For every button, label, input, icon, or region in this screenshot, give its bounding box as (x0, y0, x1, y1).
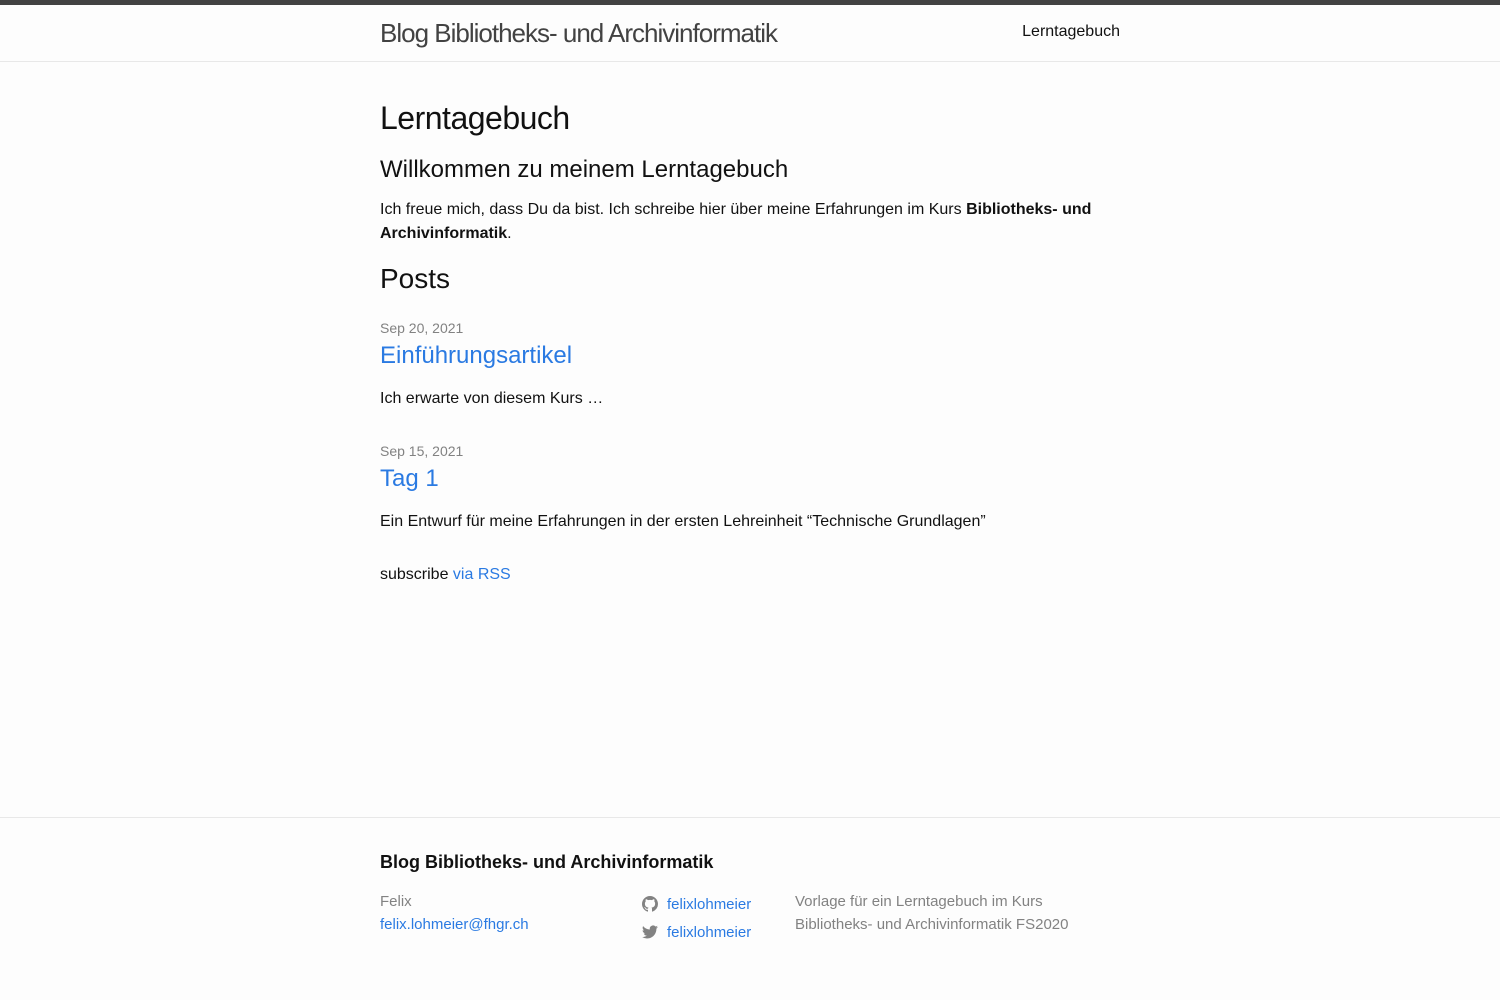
intro-text: Ich freue mich, dass Du da bist. Ich sch… (380, 201, 967, 218)
page-content: Lerntagebuch Willkommen zu meinem Lernta… (0, 62, 1500, 587)
post-item: Sep 15, 2021 Tag 1 Ein Entwurf für meine… (380, 440, 1120, 534)
rss-subscribe: subscribe via RSS (380, 563, 1120, 587)
rss-prefix: subscribe (380, 566, 453, 583)
welcome-heading: Willkommen zu meinem Lerntagebuch (380, 156, 789, 183)
intro-end: . (507, 225, 512, 242)
site-title-link[interactable]: Blog Bibliotheks- und Archivinformatik (380, 16, 778, 50)
post-date: Sep 20, 2021 (380, 320, 464, 336)
twitter-profile-link[interactable]: felixlohmeier (667, 921, 751, 944)
rss-link[interactable]: via RSS (453, 566, 511, 583)
author-name: Felix (380, 893, 412, 910)
footer-contact: Felix felix.lohmeier@fhgr.ch (380, 890, 642, 946)
post-item: Sep 20, 2021 Einführungsartikel Ich erwa… (380, 317, 1120, 411)
page-title: Lerntagebuch (380, 100, 570, 136)
intro-paragraph: Ich freue mich, dass Du da bist. Ich sch… (380, 198, 1120, 246)
post-excerpt: Ich erwarte von diesem Kurs … (380, 390, 604, 407)
footer-social: felixlohmeier felixlohmeier (642, 890, 795, 946)
post-list: Sep 20, 2021 Einführungsartikel Ich erwa… (380, 317, 1120, 534)
site-nav: Lerntagebuch (1022, 20, 1120, 44)
footer-description: Vorlage für ein Lerntagebuch im Kurs Bib… (795, 893, 1069, 933)
post-title-link[interactable]: Einführungsartikel (380, 339, 1120, 373)
post-excerpt: Ein Entwurf für meine Erfahrungen in der… (380, 513, 986, 530)
social-item-github: felixlohmeier (642, 890, 795, 918)
posts-heading: Posts (380, 263, 451, 294)
github-profile-link[interactable]: felixlohmeier (667, 893, 751, 916)
post-date: Sep 15, 2021 (380, 443, 464, 459)
post-title-link[interactable]: Tag 1 (380, 462, 1120, 496)
footer-columns: Felix felix.lohmeier@fhgr.ch felixlohmei… (380, 890, 1120, 946)
nav-link-lerntagebuch[interactable]: Lerntagebuch (1022, 23, 1120, 40)
site-footer: Blog Bibliotheks- und Archivinformatik F… (0, 817, 1500, 946)
twitter-icon (642, 924, 658, 940)
github-icon (642, 896, 658, 912)
social-list: felixlohmeier felixlohmeier (642, 890, 795, 946)
site-header: Blog Bibliotheks- und Archivinformatik L… (0, 0, 1500, 62)
author-email-link[interactable]: felix.lohmeier@fhgr.ch (380, 916, 529, 933)
footer-heading: Blog Bibliotheks- und Archivinformatik (380, 852, 714, 872)
social-item-twitter: felixlohmeier (642, 918, 795, 946)
